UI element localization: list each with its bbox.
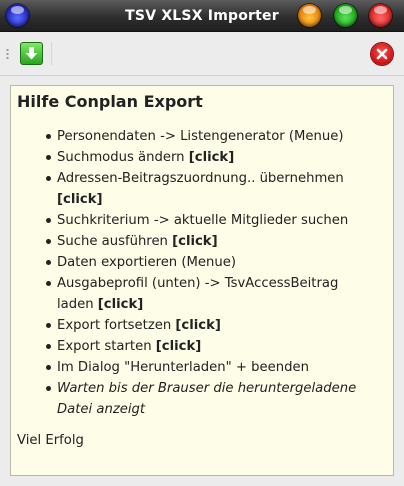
list-item: Export fortsetzen [click] [46,315,377,336]
click-hint: [click] [175,318,221,333]
window-close-button[interactable] [369,4,392,27]
click-hint: [click] [97,297,144,312]
close-icon [376,48,388,60]
minimize-button[interactable] [298,4,321,27]
list-item: Adressen-Beitragszuordnung.. übernehmen … [46,168,377,210]
steps-list: Personendaten -> Listengenerator (Menue)… [46,126,377,420]
list-item: Ausgabeprofil (unten) -> TsvAccessBeitra… [46,273,377,315]
list-item: Daten exportieren (Menue) [46,252,377,273]
click-hint: [click] [172,234,218,249]
toolbar [0,32,404,76]
list-item: Suchmodus ändern [click] [46,147,377,168]
download-arrow-icon [25,47,38,60]
toolbar-separator [51,42,52,65]
closing-text: Viel Erfolg [17,433,84,448]
click-hint: [click] [57,192,103,207]
list-item: Personendaten -> Listengenerator (Menue) [46,126,377,147]
list-item: Warten bis der Brauser die heruntergelad… [46,378,377,420]
maximize-button[interactable] [334,4,357,27]
help-panel: Hilfe Conplan Export Personendaten -> Li… [10,85,394,476]
title-bar[interactable]: TSV XLSX Importer [0,0,404,32]
toolbar-grip[interactable] [6,48,9,60]
click-hint: [click] [188,150,235,165]
list-item: Export starten [click] [46,336,377,357]
import-button[interactable] [20,42,43,65]
close-button[interactable] [371,43,393,65]
list-item: Suche ausführen [click] [46,231,377,252]
list-item: Suchkriterium -> aktuelle Mitglieder suc… [46,210,377,231]
click-hint: [click] [155,339,202,354]
list-item: Im Dialog "Herunterladen" + beenden [46,357,377,378]
help-heading: Hilfe Conplan Export [17,92,203,111]
